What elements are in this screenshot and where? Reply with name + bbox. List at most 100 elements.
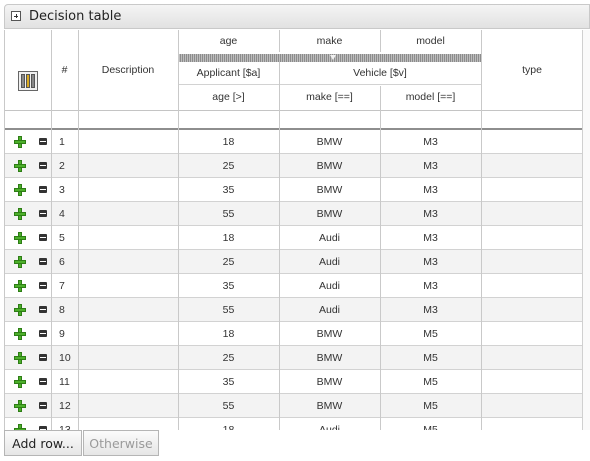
cell-type[interactable] [481,130,583,154]
row-description[interactable] [78,202,178,226]
cell-type[interactable] [481,346,583,370]
add-row-button[interactable]: Add row... [4,430,82,456]
cell-age[interactable]: 18 [178,418,279,430]
cell-make[interactable]: Audi [279,298,380,322]
cell-model[interactable]: M5 [380,394,481,418]
cell-age[interactable]: 35 [178,370,279,394]
cell-model[interactable]: M5 [380,370,481,394]
row-description[interactable] [78,394,178,418]
cell-model[interactable]: M5 [380,322,481,346]
row-description[interactable] [78,178,178,202]
cell-age[interactable]: 55 [178,202,279,226]
delete-row-icon[interactable] [39,354,47,361]
cell-age[interactable]: 35 [178,178,279,202]
cell-make[interactable]: BMW [279,394,380,418]
cell-model[interactable]: M5 [380,418,481,430]
add-row-icon[interactable] [14,328,26,340]
add-row-icon[interactable] [14,352,26,364]
row-description[interactable] [78,418,178,430]
header-col-age[interactable]: age [178,30,279,52]
cell-age[interactable]: 55 [178,394,279,418]
cell-model[interactable]: M3 [380,250,481,274]
cell-make[interactable]: Audi [279,250,380,274]
cell-model[interactable]: M3 [380,226,481,250]
cell-model[interactable]: M3 [380,202,481,226]
delete-row-icon[interactable] [39,378,47,385]
constraint-make[interactable]: make [==] [279,86,380,108]
delete-row-icon[interactable] [39,306,47,313]
delete-row-icon[interactable] [39,234,47,241]
cell-type[interactable] [481,250,583,274]
cell-make[interactable]: BMW [279,178,380,202]
cell-age[interactable]: 18 [178,130,279,154]
pattern-vehicle[interactable]: Vehicle [$v] [279,62,481,84]
row-description[interactable] [78,346,178,370]
delete-row-icon[interactable] [39,282,47,289]
cell-make[interactable]: BMW [279,370,380,394]
cell-make[interactable]: BMW [279,346,380,370]
cell-type[interactable] [481,322,583,346]
cell-age[interactable]: 18 [178,322,279,346]
add-row-icon[interactable] [14,376,26,388]
column-config-icon[interactable] [18,71,38,91]
header-col-model[interactable]: model [380,30,481,52]
cell-model[interactable]: M3 [380,130,481,154]
cell-age[interactable]: 18 [178,226,279,250]
vertical-scrollbar[interactable] [582,30,590,430]
cell-model[interactable]: M3 [380,178,481,202]
cell-make[interactable]: Audi [279,418,380,430]
add-row-icon[interactable] [14,304,26,316]
add-row-icon[interactable] [14,208,26,220]
constraint-model[interactable]: model [==] [380,86,481,108]
cell-make[interactable]: BMW [279,322,380,346]
delete-row-icon[interactable] [39,138,47,145]
row-description[interactable] [78,370,178,394]
cell-type[interactable] [481,226,583,250]
delete-row-icon[interactable] [39,330,47,337]
cell-type[interactable] [481,178,583,202]
delete-row-icon[interactable] [39,210,47,217]
header-col-make[interactable]: make [279,30,380,52]
cell-type[interactable] [481,298,583,322]
cell-type[interactable] [481,370,583,394]
add-row-icon[interactable] [14,160,26,172]
cell-type[interactable] [481,418,583,430]
cell-model[interactable]: M5 [380,346,481,370]
cell-make[interactable]: BMW [279,154,380,178]
row-description[interactable] [78,322,178,346]
cell-make[interactable]: BMW [279,202,380,226]
add-row-icon[interactable] [14,136,26,148]
cell-age[interactable]: 55 [178,298,279,322]
row-description[interactable] [78,154,178,178]
cell-type[interactable] [481,274,583,298]
cell-age[interactable]: 25 [178,154,279,178]
delete-row-icon[interactable] [39,402,47,409]
cell-age[interactable]: 35 [178,274,279,298]
cell-make[interactable]: BMW [279,130,380,154]
row-description[interactable] [78,250,178,274]
cell-model[interactable]: M3 [380,274,481,298]
delete-row-icon[interactable] [39,162,47,169]
add-row-icon[interactable] [14,184,26,196]
cell-age[interactable]: 25 [178,250,279,274]
constraint-age[interactable]: age [>] [178,86,279,108]
cell-model[interactable]: M3 [380,154,481,178]
cell-make[interactable]: Audi [279,226,380,250]
add-row-icon[interactable] [14,400,26,412]
add-row-icon[interactable] [14,232,26,244]
add-row-icon[interactable] [14,256,26,268]
cell-type[interactable] [481,154,583,178]
cell-type[interactable] [481,394,583,418]
delete-row-icon[interactable] [39,186,47,193]
row-description[interactable] [78,274,178,298]
cell-make[interactable]: Audi [279,274,380,298]
otherwise-button[interactable]: Otherwise [83,430,159,456]
expand-icon[interactable] [11,11,21,21]
delete-row-icon[interactable] [39,258,47,265]
add-row-icon[interactable] [14,280,26,292]
cell-model[interactable]: M3 [380,298,481,322]
row-description[interactable] [78,130,178,154]
row-description[interactable] [78,226,178,250]
cell-type[interactable] [481,202,583,226]
pattern-applicant[interactable]: Applicant [$a] [178,62,279,84]
